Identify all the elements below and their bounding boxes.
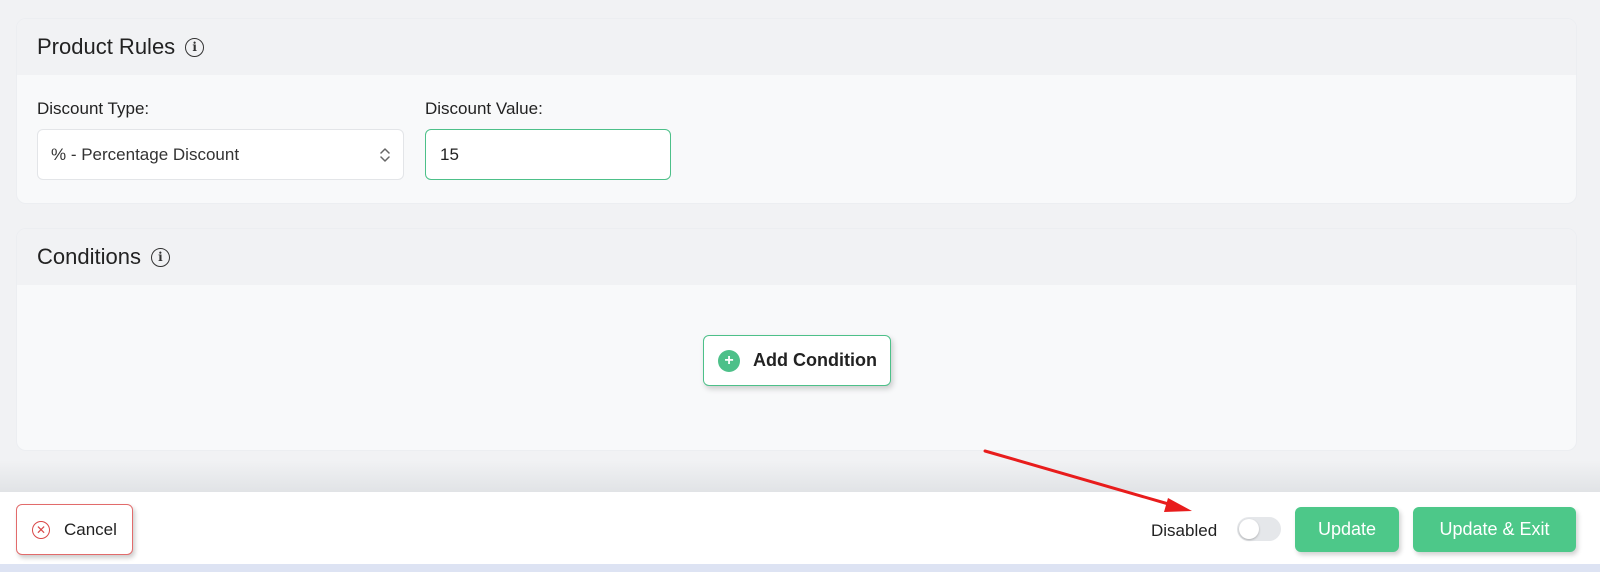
add-condition-label: Add Condition xyxy=(753,350,877,370)
update-exit-label: Update & Exit xyxy=(1439,519,1550,539)
product-rules-header: Product Rules i xyxy=(17,19,1576,75)
plus-circle-icon: + xyxy=(718,349,740,372)
product-rules-title: Product Rules xyxy=(37,34,176,59)
close-circle-icon: ✕ xyxy=(32,520,50,539)
toggle-knob xyxy=(1239,519,1259,539)
page: Product Rules i Discount Type: % - Perce… xyxy=(0,0,1600,572)
add-condition-button[interactable]: + Add Condition xyxy=(703,335,891,386)
update-exit-button[interactable]: Update & Exit xyxy=(1413,507,1576,552)
conditions-title: Conditions xyxy=(37,244,141,269)
footer-bottom-strip xyxy=(0,564,1600,572)
discount-value-text: 15 xyxy=(440,144,459,164)
discount-type-value: % - Percentage Discount xyxy=(51,144,240,164)
conditions-card: Conditions i + Add Condition xyxy=(16,228,1577,451)
discount-value-label: Discount Value: xyxy=(425,99,543,118)
update-button[interactable]: Update xyxy=(1295,507,1399,552)
info-icon[interactable]: i xyxy=(150,247,170,267)
select-chevron-icon xyxy=(380,148,390,162)
info-icon[interactable]: i xyxy=(185,37,205,57)
enable-toggle[interactable] xyxy=(1237,517,1281,541)
cancel-label: Cancel xyxy=(64,519,117,539)
cancel-button[interactable]: ✕ Cancel xyxy=(16,504,133,555)
discount-value-field: Discount Value: 15 xyxy=(425,99,685,203)
update-label: Update xyxy=(1317,519,1377,539)
conditions-header: Conditions i xyxy=(17,229,1576,285)
discount-type-field: Discount Type: % - Percentage Discount xyxy=(37,99,407,203)
footer-shadow xyxy=(0,460,1600,492)
product-rules-card: Product Rules i Discount Type: % - Perce… xyxy=(16,18,1577,204)
status-label: Disabled xyxy=(1151,521,1218,540)
discount-type-select[interactable]: % - Percentage Discount xyxy=(37,129,404,180)
discount-type-label: Discount Type: xyxy=(37,99,150,118)
discount-value-input[interactable]: 15 xyxy=(425,129,671,180)
footer-action-bar: ✕ Cancel Disabled Update Update & Exit xyxy=(0,492,1600,564)
